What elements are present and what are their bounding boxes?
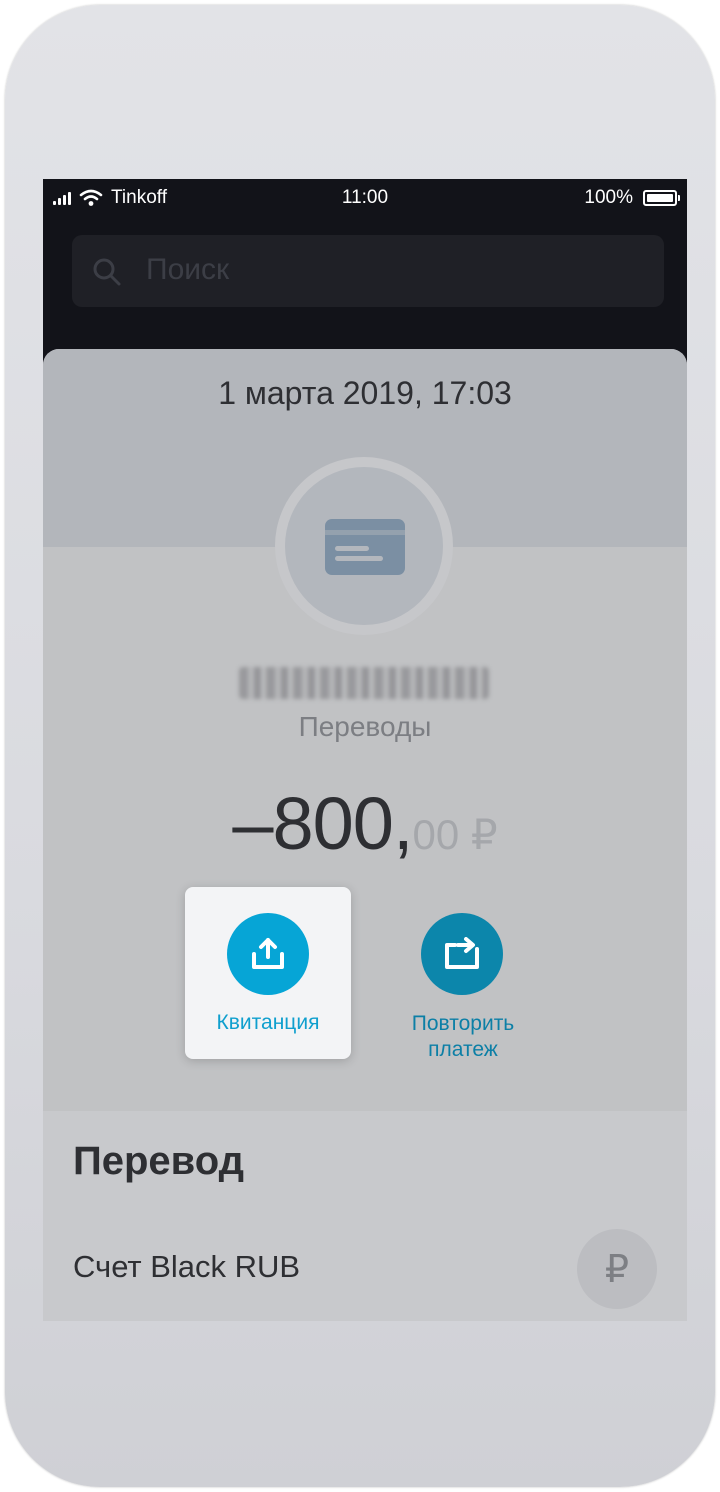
details-title: Перевод [73, 1139, 245, 1183]
status-right: 100% [584, 187, 680, 209]
phone-frame: Tinkoff 11:00 100% Поиск 1 марта 2019, 1… [5, 5, 715, 1487]
repeat-label: Повторить платеж [383, 1011, 543, 1063]
repeat-payment-button[interactable]: Повторить платеж [393, 887, 533, 1061]
operation-avatar [285, 467, 443, 625]
battery-icon [643, 190, 680, 206]
amount-main: –800, [232, 782, 413, 865]
share-icon [252, 938, 284, 969]
app-screen: Tinkoff 11:00 100% Поиск 1 марта 2019, 1… [43, 179, 687, 1321]
receipt-label: Квитанция [216, 1011, 320, 1034]
search-input[interactable]: Поиск [72, 235, 664, 307]
repeat-icon-circle [421, 913, 503, 995]
repeat-icon [445, 937, 479, 969]
battery-percent: 100% [584, 187, 633, 208]
details-section: Перевод Счет Black RUB ₽ [43, 1111, 687, 1321]
search-icon [93, 258, 121, 286]
repeat-label-line1: Повторить [411, 1012, 515, 1035]
share-icon-circle [227, 913, 309, 995]
credit-card-icon [325, 519, 405, 575]
receipt-button[interactable]: Квитанция [185, 887, 351, 1059]
ruble-icon: ₽ [577, 1229, 657, 1309]
account-name[interactable]: Счет Black RUB [73, 1249, 300, 1285]
status-bar: Tinkoff 11:00 100% [43, 179, 687, 219]
search-placeholder: Поиск [146, 253, 230, 286]
operation-amount: –800,00 ₽ [43, 781, 687, 866]
operation-category: Переводы [298, 711, 432, 742]
operation-sheet: 1 марта 2019, 17:03 Переводы –800,00 ₽ К… [43, 349, 687, 1321]
repeat-label-line2: платеж [428, 1038, 498, 1061]
recipient-name-blurred [239, 667, 489, 699]
operation-date: 1 марта 2019, 17:03 [218, 375, 512, 411]
amount-cents: 00 ₽ [412, 811, 498, 858]
